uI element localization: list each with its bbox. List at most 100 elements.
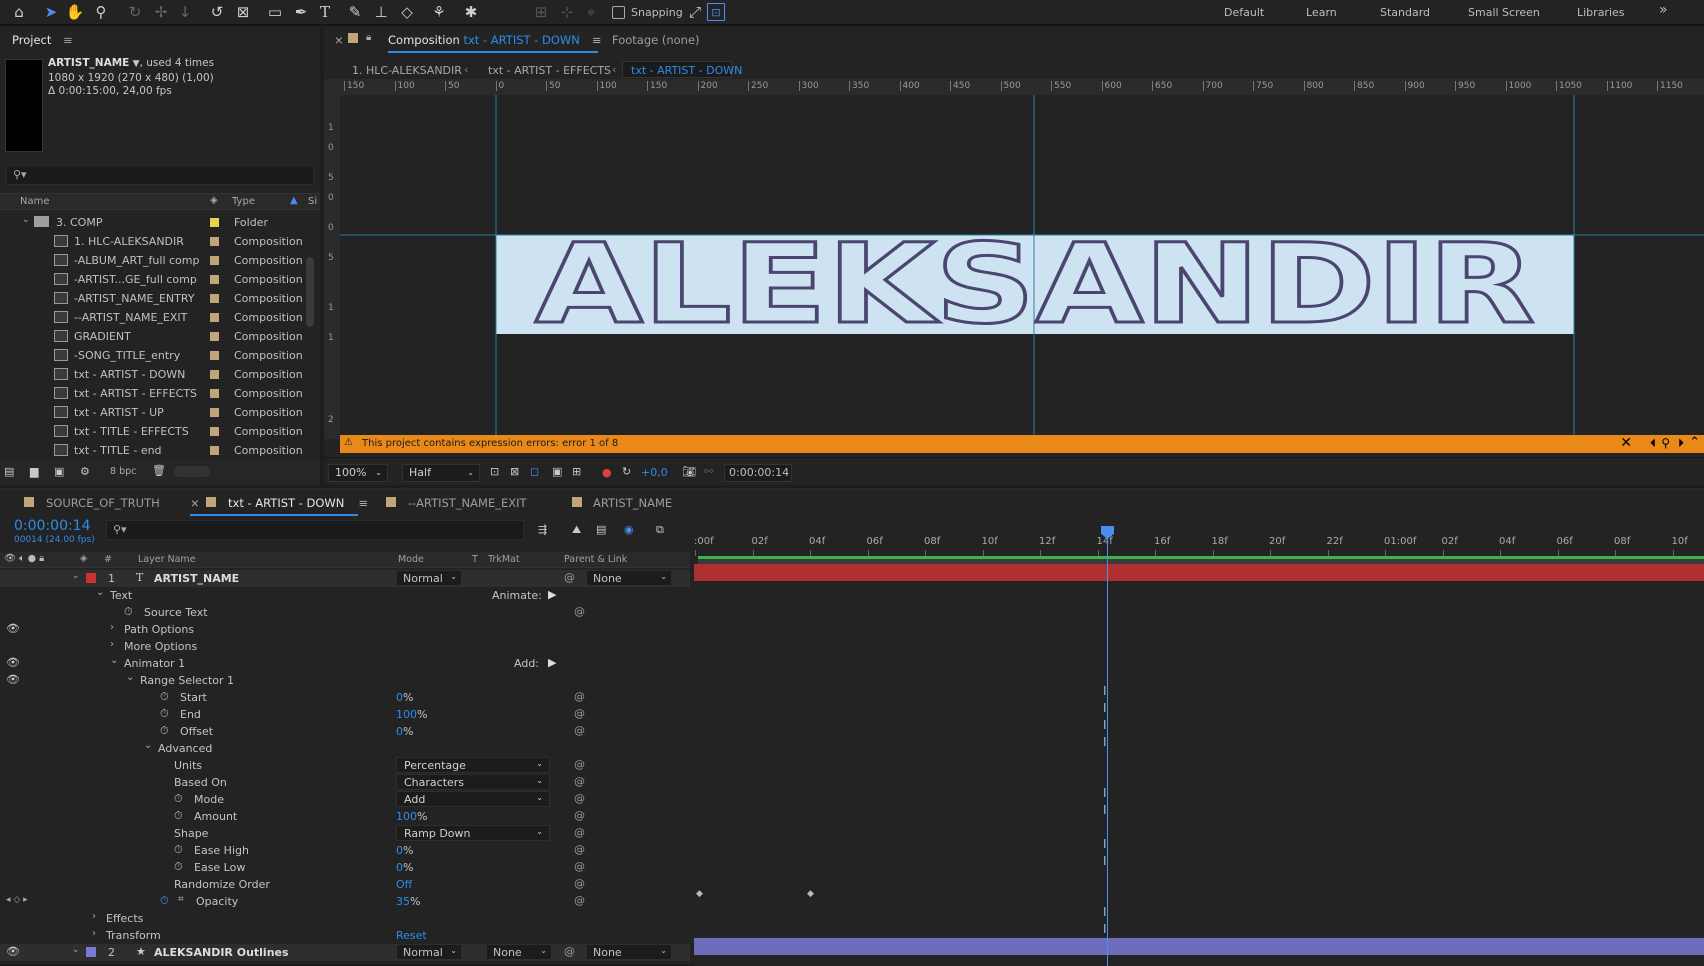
project-scrollbar[interactable] [306, 257, 314, 327]
expression-pickwhip-icon[interactable]: @ [574, 843, 585, 856]
workspace-learn[interactable]: Learn [1306, 6, 1337, 19]
zoom-dropdown[interactable]: 100% ⌄ [328, 464, 388, 482]
clone-stamp-icon[interactable]: ⊥ [370, 2, 392, 22]
channel-icon[interactable]: ● [602, 466, 612, 479]
expression-pickwhip-icon[interactable]: @ [574, 894, 585, 907]
layer-label-color[interactable] [86, 947, 96, 957]
column-layer-name[interactable]: Layer Name [138, 554, 196, 565]
property-row[interactable]: ⏱︎ Start 0% @ [0, 689, 690, 706]
column-parent[interactable]: Parent & Link [564, 554, 627, 565]
project-item[interactable]: -ALBUM_ART_full comp Composition [0, 251, 303, 270]
stopwatch-icon[interactable]: ⏱︎ [174, 843, 183, 857]
trkmat-dropdown[interactable]: None ⌄ [486, 944, 552, 960]
breadcrumb-item[interactable]: 1. HLC-ALEKSANDIR [352, 64, 462, 77]
hold-keyframe-icon[interactable]: I [1103, 718, 1107, 732]
property-row[interactable]: › More Options [0, 638, 690, 655]
property-row[interactable]: ⏱︎ End 100% @ [0, 706, 690, 723]
layer-name[interactable]: ARTIST_NAME [154, 572, 239, 585]
hold-keyframe-icon[interactable]: I [1103, 854, 1107, 868]
property-dropdown[interactable]: Add ⌄ [396, 791, 550, 807]
pickwhip-icon[interactable]: @ [564, 571, 575, 584]
hold-keyframe-icon[interactable]: I [1103, 735, 1107, 749]
chevron-down-icon[interactable]: ⌄ [126, 672, 134, 683]
stopwatch-icon[interactable]: ⏱︎ [124, 605, 133, 619]
workspace-default[interactable]: Default [1224, 6, 1264, 19]
chevron-right-icon[interactable]: › [110, 639, 114, 650]
stopwatch-icon[interactable]: ⏱︎ [174, 792, 183, 806]
stopwatch-icon[interactable]: ⏱︎ [160, 894, 169, 908]
chevron-down-icon[interactable]: ⌄ [72, 945, 80, 955]
property-value[interactable]: 0% [396, 725, 413, 738]
property-value[interactable]: 0% [396, 691, 413, 704]
layer-name[interactable]: ALEKSANDIR Outlines [154, 946, 289, 959]
snap-feature-icon[interactable]: ⊡ [707, 3, 725, 21]
label-swatch[interactable] [210, 332, 219, 341]
transparency-grid-icon[interactable]: ⊠ [510, 465, 519, 478]
layer-row[interactable]: ⌄ 1 T ARTIST_NAME Normal ⌄ @ None ⌄ [0, 570, 690, 587]
selection-tool-icon[interactable]: ➤ [40, 2, 62, 22]
project-item[interactable]: -ARTIST...GE_full comp Composition [0, 270, 303, 289]
label-swatch[interactable] [210, 294, 219, 303]
project-item[interactable]: txt - ARTIST - UP Composition [0, 403, 303, 422]
chevron-down-icon[interactable]: ⌄ [72, 571, 80, 581]
property-value[interactable]: 100% [396, 810, 427, 823]
timeline-graph-area[interactable]: :00f 02f 04f 06f 08f 10f 12f 14f 16f 18f 20f 22f 01:… [694, 520, 1704, 966]
layer-label-color[interactable] [86, 573, 96, 583]
property-dropdown[interactable]: Percentage ⌄ [396, 757, 550, 773]
rotate-tool-icon[interactable]: ↺ [206, 2, 228, 22]
property-row[interactable]: ◂ ◇ ▸ ⏱︎ ⌗ Opacity 35% @ [0, 893, 690, 910]
column-mode[interactable]: Mode [398, 554, 424, 565]
layer-mode-dropdown[interactable]: Normal ⌄ [396, 944, 462, 960]
tab-txt-artist-down[interactable]: txt - ARTIST - DOWN ≡ [228, 496, 368, 510]
fast-preview-icon[interactable]: ⊡ [490, 465, 499, 478]
breadcrumb-item[interactable]: txt - ARTIST - EFFECTS [488, 64, 611, 77]
project-item[interactable]: GRADIENT Composition [0, 327, 303, 346]
label-swatch[interactable] [210, 256, 219, 265]
stopwatch-icon[interactable]: ⏱︎ [174, 860, 183, 874]
property-row[interactable]: ⏱︎ Offset 0% @ [0, 723, 690, 740]
property-row[interactable]: ⌄ Text Animate: ▶ [0, 587, 690, 604]
stopwatch-icon[interactable]: ⏱︎ [174, 809, 183, 823]
vertical-ruler[interactable]: 105005112 [324, 95, 340, 439]
chevron-right-icon[interactable]: › [110, 622, 114, 633]
axis-icon[interactable]: ⊹ [556, 2, 578, 22]
new-folder-icon[interactable]: ▆ [30, 465, 38, 478]
workspace-libraries[interactable]: Libraries [1577, 6, 1625, 19]
reset-exposure-icon[interactable]: ↻ [622, 465, 631, 478]
project-item[interactable]: -SONG_TITLE_entry Composition [0, 346, 303, 365]
close-icon[interactable]: ✕ [1620, 435, 1632, 451]
expression-pickwhip-icon[interactable]: @ [574, 690, 585, 703]
label-swatch[interactable] [210, 427, 219, 436]
layer-row[interactable]: 👁︎ ⌄ 2 ★ ALEKSANDIR Outlines Normal ⌄ None ⌄ @ Non… [0, 944, 690, 961]
property-row[interactable]: › Effects [0, 910, 690, 927]
keyframe-icon[interactable]: ◆ [807, 889, 814, 899]
hold-keyframe-icon[interactable]: I [1103, 803, 1107, 817]
property-dropdown[interactable]: Characters ⌄ [396, 774, 550, 790]
property-value[interactable]: 100% [396, 708, 427, 721]
label-swatch[interactable] [210, 237, 219, 246]
project-item[interactable]: txt - TITLE - EFFECTS Composition [0, 422, 303, 441]
project-item[interactable]: txt - ARTIST - EFFECTS Composition [0, 384, 303, 403]
viewer-timecode[interactable]: 0:00:00:14 [729, 466, 789, 479]
property-row[interactable]: ⏱︎ Source Text @ [0, 604, 690, 621]
graph-icon[interactable]: ⌗ [178, 894, 184, 905]
expression-pickwhip-icon[interactable]: @ [574, 707, 585, 720]
project-item[interactable]: --ARTIST_NAME_EXIT Composition [0, 308, 303, 327]
close-icon[interactable]: × [334, 33, 344, 47]
property-row[interactable]: ⌄ Advanced [0, 740, 690, 757]
next-error-icon[interactable]: ⏵ [1678, 436, 1684, 451]
expression-pickwhip-icon[interactable]: @ [574, 826, 585, 839]
folder-row[interactable]: ⌄ 3. COMP Folder [0, 213, 300, 232]
stopwatch-icon[interactable]: ⏱︎ [160, 690, 169, 704]
project-item[interactable]: txt - ARTIST - DOWN Composition [0, 365, 303, 384]
expression-pickwhip-icon[interactable]: @ [574, 809, 585, 822]
parent-dropdown[interactable]: None ⌄ [586, 570, 672, 586]
expression-pickwhip-icon[interactable]: @ [574, 877, 585, 890]
property-row[interactable]: Shape Ramp Down ⌄ @ [0, 825, 690, 842]
workspace-small-screen[interactable]: Small Screen [1468, 6, 1540, 19]
property-dropdown[interactable]: Ramp Down ⌄ [396, 825, 550, 841]
time-ruler[interactable]: :00f 02f 04f 06f 08f 10f 12f 14f 16f 18f 20f 22f 01:… [694, 520, 1704, 556]
chevron-down-icon[interactable]: ⌄ [144, 740, 152, 751]
tab-artist-name[interactable]: ARTIST_NAME [593, 496, 672, 510]
hold-keyframe-icon[interactable]: I [1103, 837, 1107, 851]
